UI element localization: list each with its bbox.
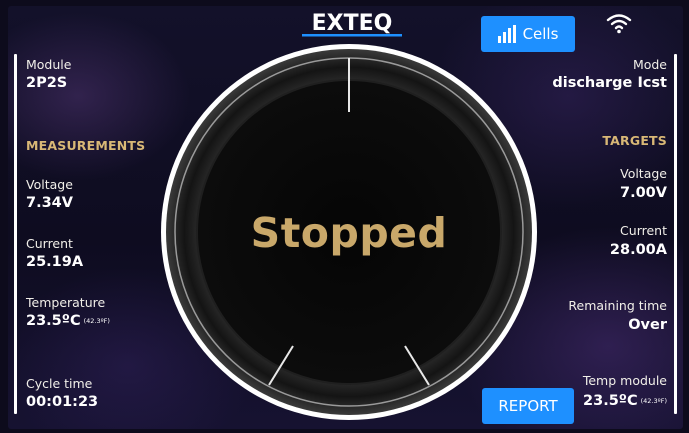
cycle-time-label: Cycle time [26, 376, 93, 391]
temp-module-fahrenheit: (42.3ºF) [640, 397, 667, 405]
mode-value: discharge Icst [552, 75, 667, 91]
temp-module-celsius: 23.5ºC [583, 393, 638, 409]
voltage-value: 7.34V [26, 195, 73, 211]
current-label: Current [26, 236, 73, 251]
left-edge-line [14, 54, 17, 414]
voltage-label: Voltage [26, 177, 73, 192]
temperature-label: Temperature [26, 295, 106, 310]
temperature-fahrenheit: (42.3ºF) [83, 317, 110, 325]
target-voltage-label: Voltage [620, 166, 667, 181]
current-value: 25.19A [26, 254, 84, 270]
remaining-time-label: Remaining time [568, 298, 667, 313]
target-voltage-value: 7.00V [620, 185, 667, 201]
module-value: 2P2S [26, 75, 68, 91]
module-label: Module [26, 57, 72, 72]
target-current-value: 28.00A [609, 242, 667, 258]
status-gauge: Stopped [158, 40, 540, 425]
device-screen: EXTEQ Cells Module 2P2S MEASUREMENTS Vol… [8, 6, 683, 429]
measurements-title: MEASUREMENTS [26, 138, 146, 153]
status-text: Stopped [250, 208, 448, 257]
exteq-logo: EXTEQ [300, 8, 404, 38]
right-edge-line [674, 54, 677, 414]
target-current-label: Current [620, 223, 667, 238]
temp-module-label: Temp module [582, 373, 667, 388]
wifi-icon [606, 12, 632, 34]
brand-logo-text: EXTEQ [312, 11, 393, 36]
cycle-time-value: 00:01:23 [26, 394, 99, 410]
temperature-celsius: 23.5ºC [26, 313, 81, 329]
mode-label: Mode [632, 57, 667, 72]
temp-module-value: 23.5ºC (42.3ºF) [583, 393, 667, 409]
remaining-time-value: Over [628, 317, 667, 333]
targets-title: TARGETS [602, 133, 667, 148]
temperature-value: 23.5ºC (42.3ºF) [26, 313, 110, 329]
